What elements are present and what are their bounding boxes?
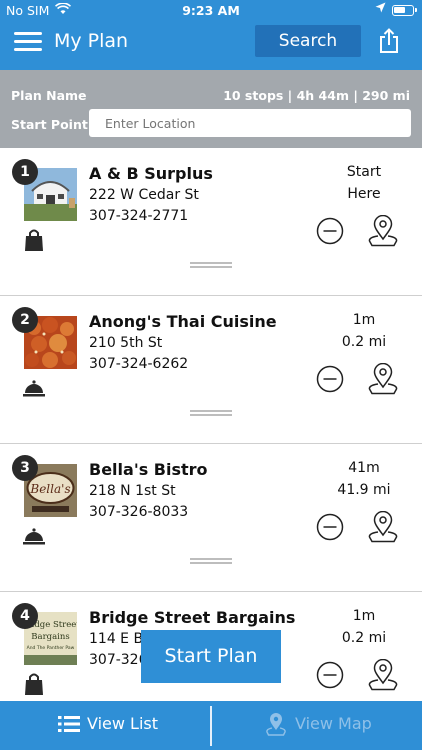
stop-number-badge: 3 — [12, 455, 38, 481]
stop-number-badge: 2 — [12, 307, 38, 333]
list-icon — [58, 715, 80, 733]
plan-summary: 10 stops | 4h 44m | 290 mi — [223, 88, 410, 103]
stop-number-badge: 4 — [12, 603, 38, 629]
map-pin-icon[interactable] — [368, 658, 398, 691]
bottom-tab-bar: View List View Map — [0, 701, 422, 750]
stop-phone[interactable]: 307-324-2771 — [89, 208, 188, 224]
stop-item[interactable]: 3 Bella's Bella's Bistro 218 N 1st St 30… — [0, 444, 422, 592]
hamburger-menu-icon[interactable] — [14, 30, 42, 52]
shopping-bag-icon — [22, 672, 46, 696]
stop-name: A & B Surplus — [89, 164, 213, 183]
page-title: My Plan — [54, 30, 129, 52]
tab-view-map-label: View Map — [295, 714, 372, 733]
plan-info-bar: Plan Name 10 stops | 4h 44m | 290 mi Sta… — [0, 70, 422, 148]
stop-phone[interactable]: 307-324-6262 — [89, 356, 188, 372]
remove-stop-icon[interactable] — [316, 217, 344, 245]
dining-cloche-icon — [22, 524, 46, 548]
stop-distance: Here — [347, 186, 381, 202]
stop-distance: 0.2 mi — [341, 334, 387, 350]
start-point-label: Start Point — [11, 117, 88, 132]
stop-name: Bridge Street Bargains — [89, 608, 296, 627]
map-pin-icon[interactable] — [368, 362, 398, 395]
drag-handle[interactable] — [190, 558, 232, 564]
stop-address: 218 N 1st St — [89, 483, 176, 499]
shopping-bag-icon — [22, 228, 46, 252]
stop-time: 1m — [352, 608, 376, 624]
drag-handle[interactable] — [190, 262, 232, 268]
remove-stop-icon[interactable] — [316, 365, 344, 393]
plan-name-label: Plan Name — [11, 88, 87, 103]
clock-text: 9:23 AM — [182, 3, 240, 18]
stop-address: 114 E Br — [89, 631, 149, 647]
stop-name: Anong's Thai Cuisine — [89, 312, 277, 331]
tab-view-list[interactable]: View List — [0, 701, 210, 750]
app-header: No SIM 9:23 AM My Plan Search — [0, 0, 422, 70]
stop-list[interactable]: 1 A & B Surplus 222 W Cedar St 307-324-2… — [0, 148, 422, 701]
stop-time: 41m — [348, 460, 380, 476]
tab-view-map[interactable]: View Map — [212, 701, 422, 750]
map-pin-icon[interactable] — [368, 510, 398, 543]
thumb-sign-text: Bella's — [29, 482, 70, 496]
start-location-input[interactable] — [89, 109, 411, 137]
battery-icon — [392, 5, 417, 16]
stop-name: Bella's Bistro — [89, 460, 208, 479]
start-plan-button[interactable]: Start Plan — [141, 630, 281, 683]
stop-distance: 41.9 mi — [337, 482, 391, 498]
tab-view-list-label: View List — [87, 714, 159, 733]
stop-phone[interactable]: 307-326 — [89, 652, 148, 668]
stop-address: 222 W Cedar St — [89, 187, 199, 203]
drag-handle[interactable] — [190, 410, 232, 416]
search-button[interactable]: Search — [255, 25, 361, 57]
stop-time: Start — [346, 164, 382, 180]
remove-stop-icon[interactable] — [316, 513, 344, 541]
map-pin-icon[interactable] — [368, 214, 398, 247]
location-arrow-icon — [375, 2, 386, 16]
stop-phone[interactable]: 307-326-8033 — [89, 504, 188, 520]
stop-time: 1m — [352, 312, 376, 328]
stop-item[interactable]: 1 A & B Surplus 222 W Cedar St 307-324-2… — [0, 148, 422, 296]
status-bar: No SIM 9:23 AM — [0, 0, 422, 22]
stop-address: 210 5th St — [89, 335, 163, 351]
thumb-sign-text: Bargains — [31, 632, 69, 642]
stop-distance: 0.2 mi — [341, 630, 387, 646]
map-pin-icon — [266, 712, 286, 736]
stop-item[interactable]: 2 Anong's Thai Cuisine 210 5th St 307-32… — [0, 296, 422, 444]
thumb-sign-text: And The Panther Paw — [27, 645, 75, 651]
dining-cloche-icon — [22, 376, 46, 400]
stop-number-badge: 1 — [12, 159, 38, 185]
remove-stop-icon[interactable] — [316, 661, 344, 689]
share-icon[interactable] — [377, 28, 401, 54]
